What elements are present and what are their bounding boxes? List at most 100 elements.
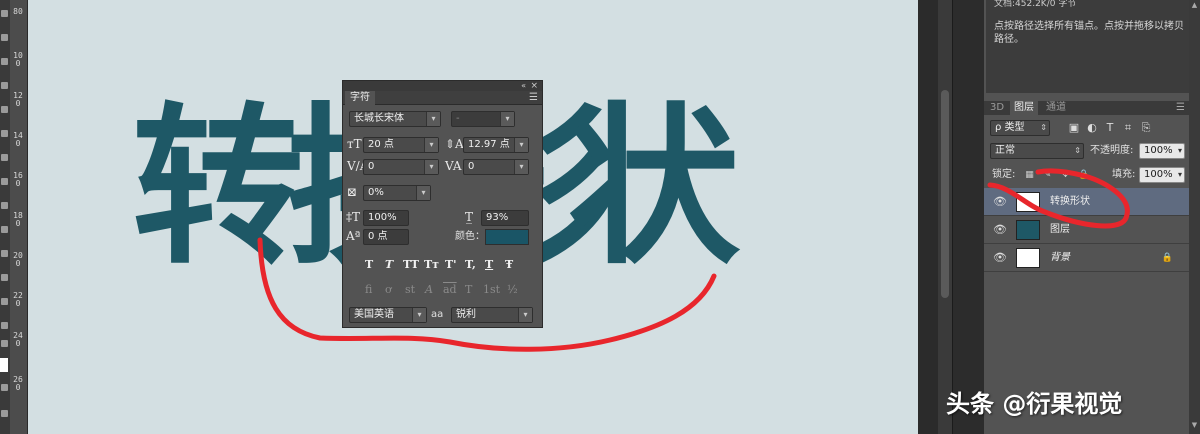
subscript-button[interactable]: T,	[465, 258, 476, 272]
panel-menu-icon[interactable]: ☰	[1176, 101, 1185, 115]
leading-field[interactable]: 12.97 点 ▾	[463, 137, 529, 153]
blend-mode-select[interactable]: 正常 ⇕	[990, 143, 1084, 159]
chevron-down-icon: ▾	[424, 138, 438, 152]
tab-3d[interactable]: 3D	[986, 101, 1008, 115]
superscript-button[interactable]: T'	[445, 258, 457, 272]
tsume-icon: ⊠	[347, 185, 358, 199]
brush-tool-icon[interactable]	[1, 178, 8, 185]
chevron-down-icon: ▾	[1177, 170, 1182, 179]
tab-layers[interactable]: 图层	[1010, 101, 1038, 115]
lock-transparent-pixels-icon[interactable]: ▦	[1024, 170, 1035, 181]
vertical-scale-field[interactable]: 100%	[363, 210, 409, 226]
type-filter-icon[interactable]: T	[1104, 122, 1116, 134]
canvas-glyph-1[interactable]: 转	[132, 92, 304, 282]
layer-row-background[interactable]: 👁 背景 🔒	[984, 244, 1189, 272]
close-icon[interactable]: ×	[530, 81, 538, 91]
eye-icon[interactable]: 👁	[993, 222, 1007, 238]
tsume-field[interactable]: 0% ▾	[363, 185, 431, 201]
kerning-field[interactable]: 0 ▾	[363, 159, 439, 175]
underline-button[interactable]: T	[485, 258, 493, 272]
shape-filter-icon[interactable]: ⌗	[1122, 122, 1134, 134]
text-color-swatch[interactable]	[485, 229, 529, 245]
smart-object-filter-icon[interactable]: ⎘	[1140, 122, 1152, 134]
move-tool-icon[interactable]	[1, 10, 8, 17]
layer-filter-select[interactable]: ρ 类型 ⇕	[990, 120, 1050, 136]
path-select-tool-icon[interactable]	[1, 340, 8, 347]
right-panel-dock: 文档:452.2K/0 字节 点按路径选择所有锚点。点按并拖移以拷贝路径。 3D…	[984, 0, 1200, 434]
chevron-down-icon: ▾	[416, 186, 430, 200]
strikethrough-button[interactable]: Ŧ	[505, 258, 513, 272]
tracking-icon: VA	[445, 159, 462, 173]
leading-value: 12.97 点	[468, 139, 510, 150]
horizontal-scale-field[interactable]: 93%	[481, 210, 529, 226]
fill-field[interactable]: 100% ▾	[1139, 167, 1185, 183]
faux-bold-button[interactable]: T	[365, 258, 373, 272]
stylistic-alternates-button[interactable]: ad	[443, 283, 457, 297]
layer-row-shape[interactable]: 👁 转换形状	[984, 188, 1189, 216]
tracking-field[interactable]: 0 ▾	[463, 159, 529, 175]
scroll-up-icon[interactable]: ▲	[1189, 0, 1200, 10]
faux-italic-button[interactable]: T	[385, 258, 393, 272]
small-caps-button[interactable]: Tт	[424, 258, 439, 272]
type-tool-icon[interactable]	[1, 322, 8, 329]
contextual-alternates-button[interactable]: ơ	[385, 283, 392, 297]
scroll-down-icon[interactable]: ▼	[1189, 420, 1200, 430]
eraser-tool-icon[interactable]	[1, 250, 8, 257]
history-brush-tool-icon[interactable]	[1, 226, 8, 233]
quick-select-tool-icon[interactable]	[1, 82, 8, 89]
canvas-glyph-4[interactable]: 状	[568, 92, 740, 282]
eye-icon[interactable]: 👁	[993, 194, 1007, 210]
swash-button[interactable]: A	[425, 283, 433, 297]
opacity-value: 100%	[1144, 145, 1173, 156]
vertical-scale-value: 100%	[368, 212, 397, 223]
marquee-tool-icon[interactable]	[1, 34, 8, 41]
language-select[interactable]: 美国英语 ▾	[349, 307, 427, 323]
tab-channels[interactable]: 通道	[1042, 101, 1070, 115]
eye-icon[interactable]: 👁	[993, 250, 1007, 266]
pen-tool-icon[interactable]	[1, 298, 8, 305]
layer-name[interactable]: 转换形状	[1050, 194, 1090, 210]
collapse-icon[interactable]: «	[521, 81, 526, 91]
font-style-select[interactable]: - ▾	[451, 111, 515, 127]
document-scrollbar[interactable]	[938, 0, 952, 434]
tab-character[interactable]: 字符	[345, 91, 375, 105]
lock-position-icon[interactable]: ✥	[1060, 170, 1071, 181]
antialias-select[interactable]: 锐利 ▾	[451, 307, 533, 323]
layer-name[interactable]: 背景	[1050, 250, 1070, 266]
ruler-label: 180	[13, 211, 23, 228]
stamp-tool-icon[interactable]	[1, 202, 8, 209]
crop-tool-icon[interactable]	[1, 106, 8, 113]
font-family-select[interactable]: 长城长宋体 ▾	[349, 111, 441, 127]
discretionary-ligatures-button[interactable]: st	[405, 283, 415, 297]
lock-image-pixels-icon[interactable]: ✎	[1042, 170, 1053, 181]
baseline-shift-field[interactable]: 0 点	[363, 229, 409, 245]
eyedropper-tool-icon[interactable]	[1, 130, 8, 137]
panel-menu-icon[interactable]: ☰	[529, 91, 538, 105]
titling-alternates-button[interactable]: T	[465, 283, 472, 297]
all-caps-button[interactable]: TT	[403, 258, 419, 272]
scrollbar-thumb[interactable]	[941, 90, 949, 298]
healing-tool-icon[interactable]	[1, 154, 8, 161]
ligatures-button[interactable]: fi	[365, 283, 372, 297]
fractions-button[interactable]: ½	[507, 283, 518, 297]
layer-row-layer[interactable]: 👁 图层	[984, 216, 1189, 244]
layer-name[interactable]: 图层	[1050, 222, 1070, 238]
pixel-filter-icon[interactable]: ▣	[1068, 122, 1080, 134]
lock-all-icon[interactable]: 🔒	[1078, 170, 1089, 181]
foreground-color-swatch[interactable]	[0, 358, 8, 372]
font-family-value: 长城长宋体	[354, 113, 404, 124]
layer-thumbnail	[1016, 192, 1040, 212]
gradient-tool-icon[interactable]	[1, 274, 8, 281]
font-style-value: -	[456, 113, 460, 124]
panel-title-bar[interactable]: « ×	[343, 81, 542, 91]
font-size-value: 20 点	[368, 139, 394, 150]
quick-mask-icon[interactable]	[1, 384, 8, 391]
font-size-field[interactable]: 20 点 ▾	[363, 137, 439, 153]
layers-scrollbar[interactable]: ▲ ▼	[1189, 0, 1200, 434]
lasso-tool-icon[interactable]	[1, 58, 8, 65]
screen-mode-icon[interactable]	[1, 410, 8, 417]
ordinals-button[interactable]: 1st	[483, 283, 500, 297]
adjustment-filter-icon[interactable]: ◐	[1086, 122, 1098, 134]
opacity-field[interactable]: 100% ▾	[1139, 143, 1185, 159]
character-panel: « × 字符 ☰ 长城长宋体 ▾ - ▾ ᴛT 20 点 ▾ ⇕A 12.97 …	[342, 80, 543, 328]
